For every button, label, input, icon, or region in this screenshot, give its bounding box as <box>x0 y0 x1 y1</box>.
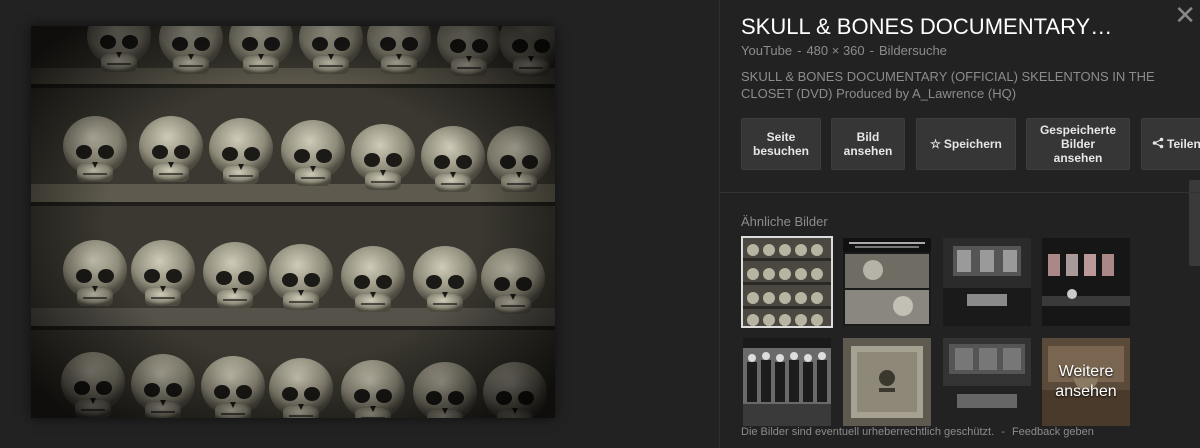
copyright-notice: Die Bilder sind eventuell urheberrechtli… <box>741 426 995 438</box>
similar-thumb-4[interactable] <box>1042 238 1130 326</box>
save-label: Speichern <box>943 137 1002 151</box>
more-similar-button[interactable]: Weitere ansehen <box>1042 338 1130 426</box>
share-label: Teilen <box>1167 137 1200 151</box>
panel-divider <box>719 0 720 448</box>
visit-page-label: Seite besuchen <box>752 130 809 158</box>
image-dimensions: 480 × 360 <box>806 43 865 58</box>
footer: Die Bilder sind eventuell urheberrechtli… <box>741 426 1094 438</box>
save-button[interactable]: ☆ Speichern <box>916 118 1016 170</box>
section-divider <box>719 192 1200 193</box>
star-icon: ☆ <box>930 137 941 151</box>
more-similar-label: Weitere ansehen <box>1055 363 1117 400</box>
footer-separator: - <box>1001 426 1005 438</box>
image-title[interactable]: SKULL & BONES DOCUMENTARY… <box>741 14 1161 40</box>
image-description: SKULL & BONES DOCUMENTARY (OFFICIAL) SKE… <box>741 69 1155 101</box>
similar-thumb-2[interactable] <box>843 238 931 326</box>
close-icon[interactable]: ✕ <box>1174 2 1196 28</box>
similar-thumb-7[interactable] <box>943 338 1031 426</box>
search-type[interactable]: Bildersuche <box>879 43 947 58</box>
share-icon <box>1152 137 1164 152</box>
saved-images-button[interactable]: Gespeicherte Bilder ansehen <box>1026 118 1130 170</box>
source-name: YouTube <box>741 43 793 58</box>
visit-page-button[interactable]: Seite besuchen <box>741 118 821 170</box>
similar-thumb-1[interactable] <box>743 238 831 326</box>
image-meta: YouTube -480 × 360- Bildersuche <box>741 43 947 58</box>
feedback-link[interactable]: Feedback geben <box>1012 426 1094 438</box>
preview-image[interactable] <box>31 26 555 418</box>
similar-images-heading: Ähnliche Bilder <box>741 214 828 229</box>
saved-images-label: Gespeicherte Bilder ansehen <box>1039 123 1117 165</box>
similar-thumb-5[interactable] <box>743 338 831 426</box>
view-image-button[interactable]: Bild ansehen <box>831 118 905 170</box>
view-image-label: Bild ansehen <box>843 130 893 158</box>
similar-thumb-3[interactable] <box>943 238 1031 326</box>
similar-thumb-6[interactable] <box>843 338 931 426</box>
share-button[interactable]: Teilen <box>1141 118 1200 170</box>
